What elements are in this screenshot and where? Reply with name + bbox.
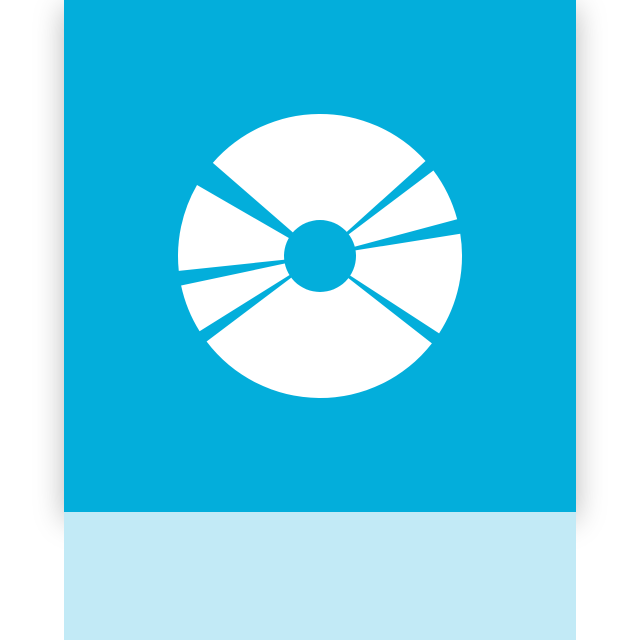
reflection-background xyxy=(64,512,576,640)
icon-stage xyxy=(0,0,640,640)
optical-disc-icon xyxy=(178,113,462,399)
disc-tile[interactable] xyxy=(64,0,576,512)
tile-reflection xyxy=(64,512,576,640)
disc-hub xyxy=(284,220,356,292)
reflection-canvas xyxy=(64,512,576,640)
tile-canvas xyxy=(64,0,576,512)
